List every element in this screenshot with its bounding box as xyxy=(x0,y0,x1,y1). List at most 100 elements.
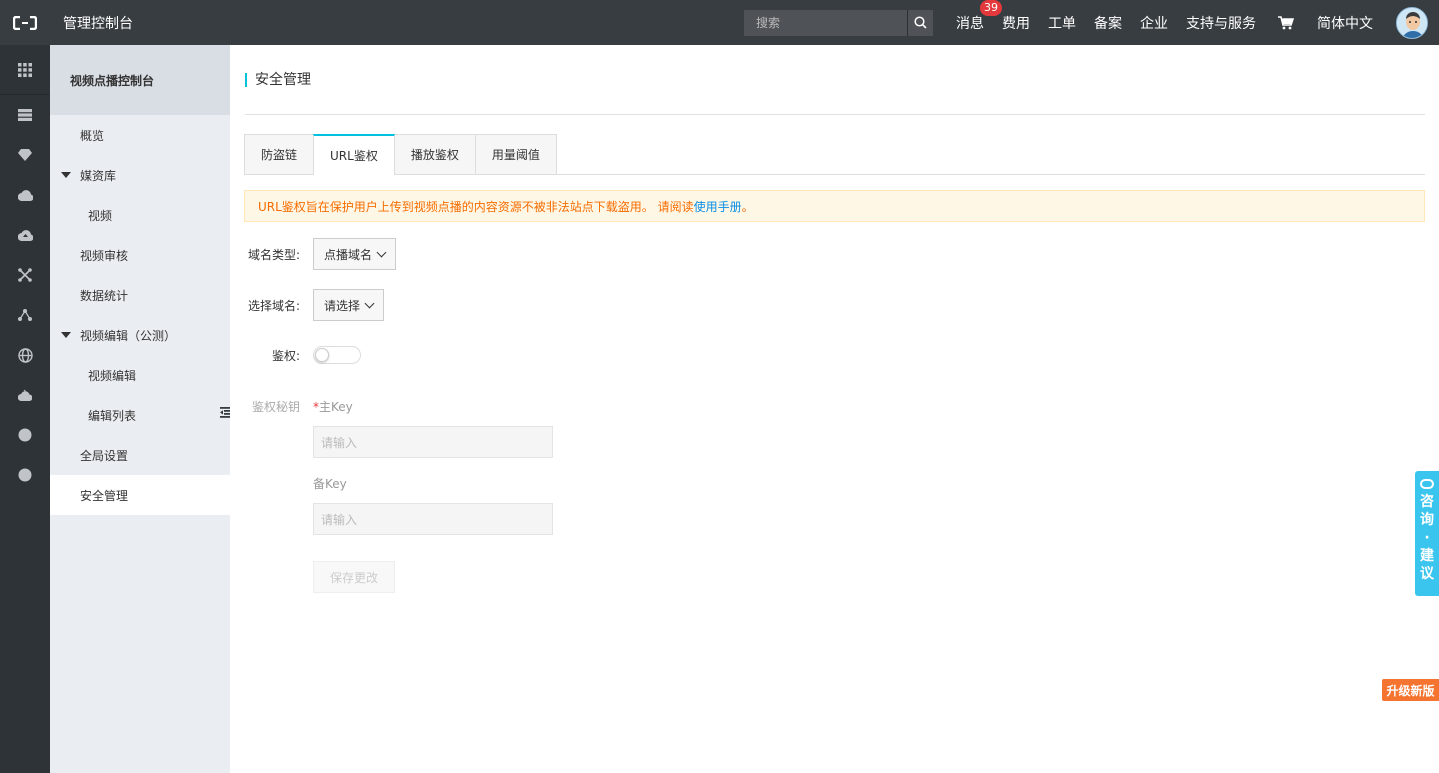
domain-value: 请选择 xyxy=(324,298,361,313)
auth-toggle[interactable] xyxy=(313,346,361,364)
domain-type-select[interactable]: 点播域名 xyxy=(313,238,397,270)
product-rail xyxy=(0,45,50,773)
sidebar: 视频点播控制台 概览 媒资库 视频 视频审核 数据统计 视频编辑（公测） 视频编… xyxy=(50,45,230,773)
sidebar-group-media-library[interactable]: 媒资库 xyxy=(50,155,230,195)
nav-language[interactable]: 简体中文 xyxy=(1317,13,1373,33)
console-title[interactable]: 管理控制台 xyxy=(63,13,133,33)
sidebar-item-video-edit[interactable]: 视频编辑 xyxy=(50,355,230,395)
tab-usage-threshold[interactable]: 用量阈值 xyxy=(474,134,557,174)
info-notice: URL鉴权旨在保护用户上传到视频点播的内容资源不被非法站点下载盗用。 请阅读 使… xyxy=(244,190,1425,222)
sidebar-group-label: 视频编辑（公测） xyxy=(80,328,177,343)
primary-key-text: 主Key xyxy=(319,400,353,414)
domain-label: 选择域名: xyxy=(247,298,300,313)
feedback-char: 询 xyxy=(1420,512,1434,528)
sidebar-item-video-review[interactable]: 视频审核 xyxy=(50,235,230,275)
gem-icon xyxy=(18,149,32,161)
sidebar-item-video[interactable]: 视频 xyxy=(50,195,230,235)
secret-label: 鉴权秘钥 xyxy=(251,400,300,414)
search-icon xyxy=(914,16,927,29)
share-nodes-icon xyxy=(18,309,32,321)
domain-row: 选择域名: 请选择 xyxy=(244,289,385,321)
nav-enterprise[interactable]: 企业 xyxy=(1140,13,1168,33)
server-icon xyxy=(18,109,32,121)
cloud-icon xyxy=(17,189,33,201)
sidebar-collapse-toggle[interactable] xyxy=(217,388,231,436)
feedback-char: 议 xyxy=(1420,566,1434,582)
sidebar-item-data-stats[interactable]: 数据统计 xyxy=(50,275,230,315)
chat-icon xyxy=(1420,479,1434,489)
nav-icp[interactable]: 备案 xyxy=(1094,13,1122,33)
search-button[interactable] xyxy=(907,9,933,36)
rail-cloud[interactable] xyxy=(0,175,50,215)
search-box xyxy=(744,9,933,36)
backup-key-label: 备Key xyxy=(313,477,347,491)
sidebar-item-global-settings[interactable]: 全局设置 xyxy=(50,435,230,475)
rail-shield[interactable] xyxy=(0,135,50,175)
feedback-char: · xyxy=(1424,530,1430,546)
page-header: 安全管理 xyxy=(245,45,1425,115)
primary-key-label: *主Key xyxy=(313,398,353,415)
caret-down-icon xyxy=(61,172,71,178)
upgrade-button[interactable]: 升级新版 xyxy=(1382,679,1439,701)
main-content: 安全管理 防盗链 URL鉴权 播放鉴权 用量阈值 URL鉴权旨在保护用户上传到视… xyxy=(230,45,1439,773)
sidebar-item-security[interactable]: 安全管理 xyxy=(50,475,230,515)
cloud-upload-icon xyxy=(17,229,33,241)
feedback-char: 建 xyxy=(1420,548,1434,564)
user-avatar[interactable] xyxy=(1396,6,1428,39)
grid-icon xyxy=(18,62,32,77)
save-button[interactable]: 保存更改 xyxy=(313,561,395,593)
domain-select[interactable]: 请选择 xyxy=(313,289,385,321)
tab-hotlink-protection[interactable]: 防盗链 xyxy=(244,134,315,174)
tab-bar: 防盗链 URL鉴权 播放鉴权 用量阈值 xyxy=(244,134,1425,175)
notice-tail: 。 xyxy=(741,199,754,214)
sidebar-group-video-edit[interactable]: 视频编辑（公测） xyxy=(50,315,230,355)
circle-icon xyxy=(18,468,32,482)
backup-key-input[interactable]: 请输入 xyxy=(313,503,553,535)
rail-network[interactable] xyxy=(0,255,50,295)
cart-icon[interactable] xyxy=(1278,15,1294,30)
rail-cloud-upload[interactable] xyxy=(0,215,50,255)
chevron-down-icon xyxy=(364,298,375,308)
rail-item-circle-2[interactable] xyxy=(0,455,50,495)
domain-type-label: 域名类型: xyxy=(247,247,300,262)
domain-type-row: 域名类型: 点播域名 xyxy=(244,238,397,270)
nav-billing[interactable]: 费用 xyxy=(1002,13,1030,33)
chevron-down-icon xyxy=(376,247,387,257)
search-input[interactable] xyxy=(744,9,907,36)
feedback-widget[interactable]: 咨 询 · 建 议 xyxy=(1415,471,1439,596)
rail-topology[interactable] xyxy=(0,295,50,335)
nav-messages[interactable]: 消息 39 xyxy=(956,0,1002,33)
tab-playback-auth[interactable]: 播放鉴权 xyxy=(393,134,476,174)
toggle-knob xyxy=(315,348,329,362)
nav-support[interactable]: 支持与服务 xyxy=(1186,13,1256,33)
globe-icon xyxy=(17,347,33,363)
sidebar-item-overview[interactable]: 概览 xyxy=(50,115,230,155)
auth-label: 鉴权: xyxy=(271,348,300,363)
cross-nodes-icon xyxy=(18,268,32,282)
caret-down-icon xyxy=(61,332,71,338)
sidebar-item-edit-list[interactable]: 编辑列表 xyxy=(50,395,230,435)
nav-messages-label: 消息 xyxy=(956,15,984,32)
rail-globe[interactable] xyxy=(0,335,50,375)
rail-all-products[interactable] xyxy=(0,45,50,95)
auth-row: 鉴权: xyxy=(244,346,361,364)
top-bar: 管理控制台 消息 39 费用 工单 备案 企业 支持与服务 简体中文 xyxy=(0,0,1439,45)
messages-count-badge: 39 xyxy=(980,0,1002,16)
page-title: 安全管理 xyxy=(245,72,311,87)
aliyun-logo-icon[interactable] xyxy=(0,0,50,45)
primary-key-input[interactable]: 请输入 xyxy=(313,426,553,458)
feedback-char: 咨 xyxy=(1420,494,1434,510)
rail-server[interactable] xyxy=(0,95,50,135)
domain-type-value: 点播域名 xyxy=(324,247,373,262)
user-manual-link[interactable]: 使用手册 xyxy=(694,198,742,215)
rail-video[interactable] xyxy=(0,375,50,415)
sidebar-group-label: 媒资库 xyxy=(80,168,117,183)
tab-url-auth[interactable]: URL鉴权 xyxy=(313,134,395,175)
top-nav: 消息 39 费用 工单 备案 企业 支持与服务 简体中文 xyxy=(744,0,1439,45)
video-cloud-icon xyxy=(18,389,32,401)
nav-tickets[interactable]: 工单 xyxy=(1048,13,1076,33)
rail-item-circle-1[interactable] xyxy=(0,415,50,455)
notice-text: URL鉴权旨在保护用户上传到视频点播的内容资源不被非法站点下载盗用。 请阅读 xyxy=(258,199,694,214)
secret-row: 鉴权秘钥 xyxy=(244,398,300,415)
circle-icon xyxy=(18,428,32,442)
